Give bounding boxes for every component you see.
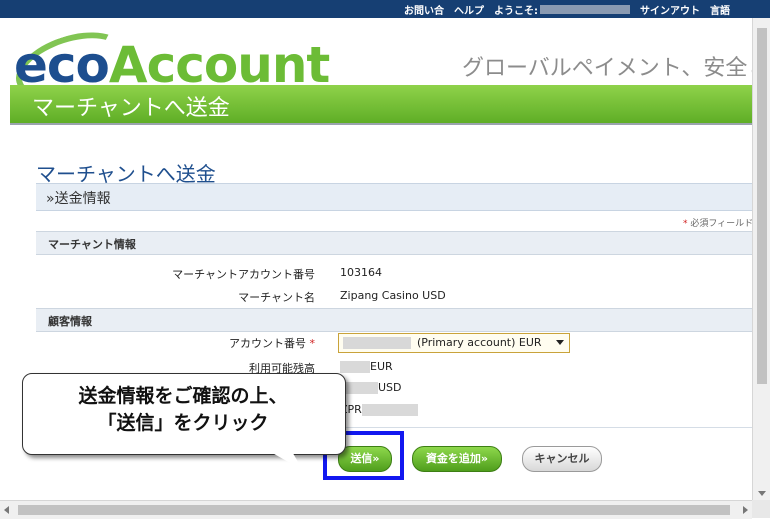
instruction-callout-text: 送金情報をご確認の上、 「送信」をクリック — [22, 383, 344, 437]
signout-link[interactable]: サインアウト — [640, 2, 700, 17]
balance-eur: EUR — [340, 360, 393, 373]
scroll-left-arrow-icon[interactable] — [4, 506, 9, 514]
account-number-label: アカウント番号 * — [229, 335, 315, 351]
contact-link[interactable]: お問い合 — [404, 2, 444, 17]
merchant-name-label: マーチャント名 — [238, 291, 315, 304]
section-title: »送金情報 — [46, 191, 111, 207]
add-funds-button[interactable]: 資金を追加» — [412, 446, 502, 472]
tagline: グローバルペイメント、安全と簡 — [462, 56, 770, 81]
account-number-label-text: アカウント番号 — [229, 337, 306, 350]
merchant-account-label: マーチャントアカウント番号 — [172, 268, 315, 281]
header-band-title: マーチャントへ送金 — [32, 96, 230, 121]
vertical-scrollbar[interactable] — [752, 18, 770, 500]
redacted-account-number — [343, 337, 411, 349]
header-band: マーチャントへ送金 — [10, 85, 752, 123]
callout-line-1: 送金情報をご確認の上、 — [78, 385, 288, 407]
horizontal-scroll-thumb[interactable] — [18, 505, 730, 515]
redacted-reference — [361, 404, 418, 416]
merchant-account-value: 103164 — [340, 266, 382, 279]
scroll-down-arrow-icon[interactable] — [758, 491, 766, 496]
vertical-scroll-thumb[interactable] — [757, 28, 767, 384]
balance-usd-currency: USD — [378, 381, 402, 394]
required-note-text: 必須フィールド — [687, 219, 754, 229]
top-nav-bar: お問い合 ヘルプ ようこそ: サインアウト 言語 — [0, 0, 770, 18]
account-required-star: * — [309, 337, 316, 350]
balance-usd: USD — [340, 381, 402, 394]
section-header: »送金情報 — [36, 183, 752, 211]
help-link[interactable]: ヘルプ — [454, 2, 484, 17]
header-divider — [10, 123, 752, 125]
account-select-value: (Primary account) EUR — [417, 336, 542, 349]
language-link[interactable]: 言語 — [710, 2, 730, 17]
customer-info-header: 顧客情報 — [36, 308, 752, 332]
customer-info-title: 顧客情報 — [48, 315, 92, 328]
cancel-button[interactable]: キャンセル — [522, 446, 602, 472]
scrollbar-corner — [752, 500, 770, 518]
merchant-name-value: Zipang Casino USD — [340, 289, 446, 302]
balance-eur-currency: EUR — [370, 360, 393, 373]
chevron-down-icon[interactable] — [556, 340, 564, 345]
account-select[interactable]: (Primary account) EUR — [338, 333, 570, 353]
welcome-text: ようこそ: — [494, 2, 630, 17]
reference-value: ZPR — [340, 403, 418, 416]
top-nav-links: お問い合 ヘルプ ようこそ: サインアウト 言語 — [404, 2, 730, 17]
merchant-info-header: マーチャント情報 — [36, 231, 752, 255]
redacted-eur-amount — [340, 361, 370, 373]
merchant-info-title: マーチャント情報 — [48, 238, 136, 251]
scroll-right-arrow-icon[interactable] — [743, 506, 748, 514]
horizontal-scrollbar[interactable] — [0, 500, 752, 519]
callout-line-2: 「送信」をクリック — [97, 412, 269, 434]
redacted-username — [540, 5, 630, 14]
welcome-label: ようこそ: — [494, 6, 538, 17]
required-field-note: * 必須フィールド — [683, 216, 753, 229]
